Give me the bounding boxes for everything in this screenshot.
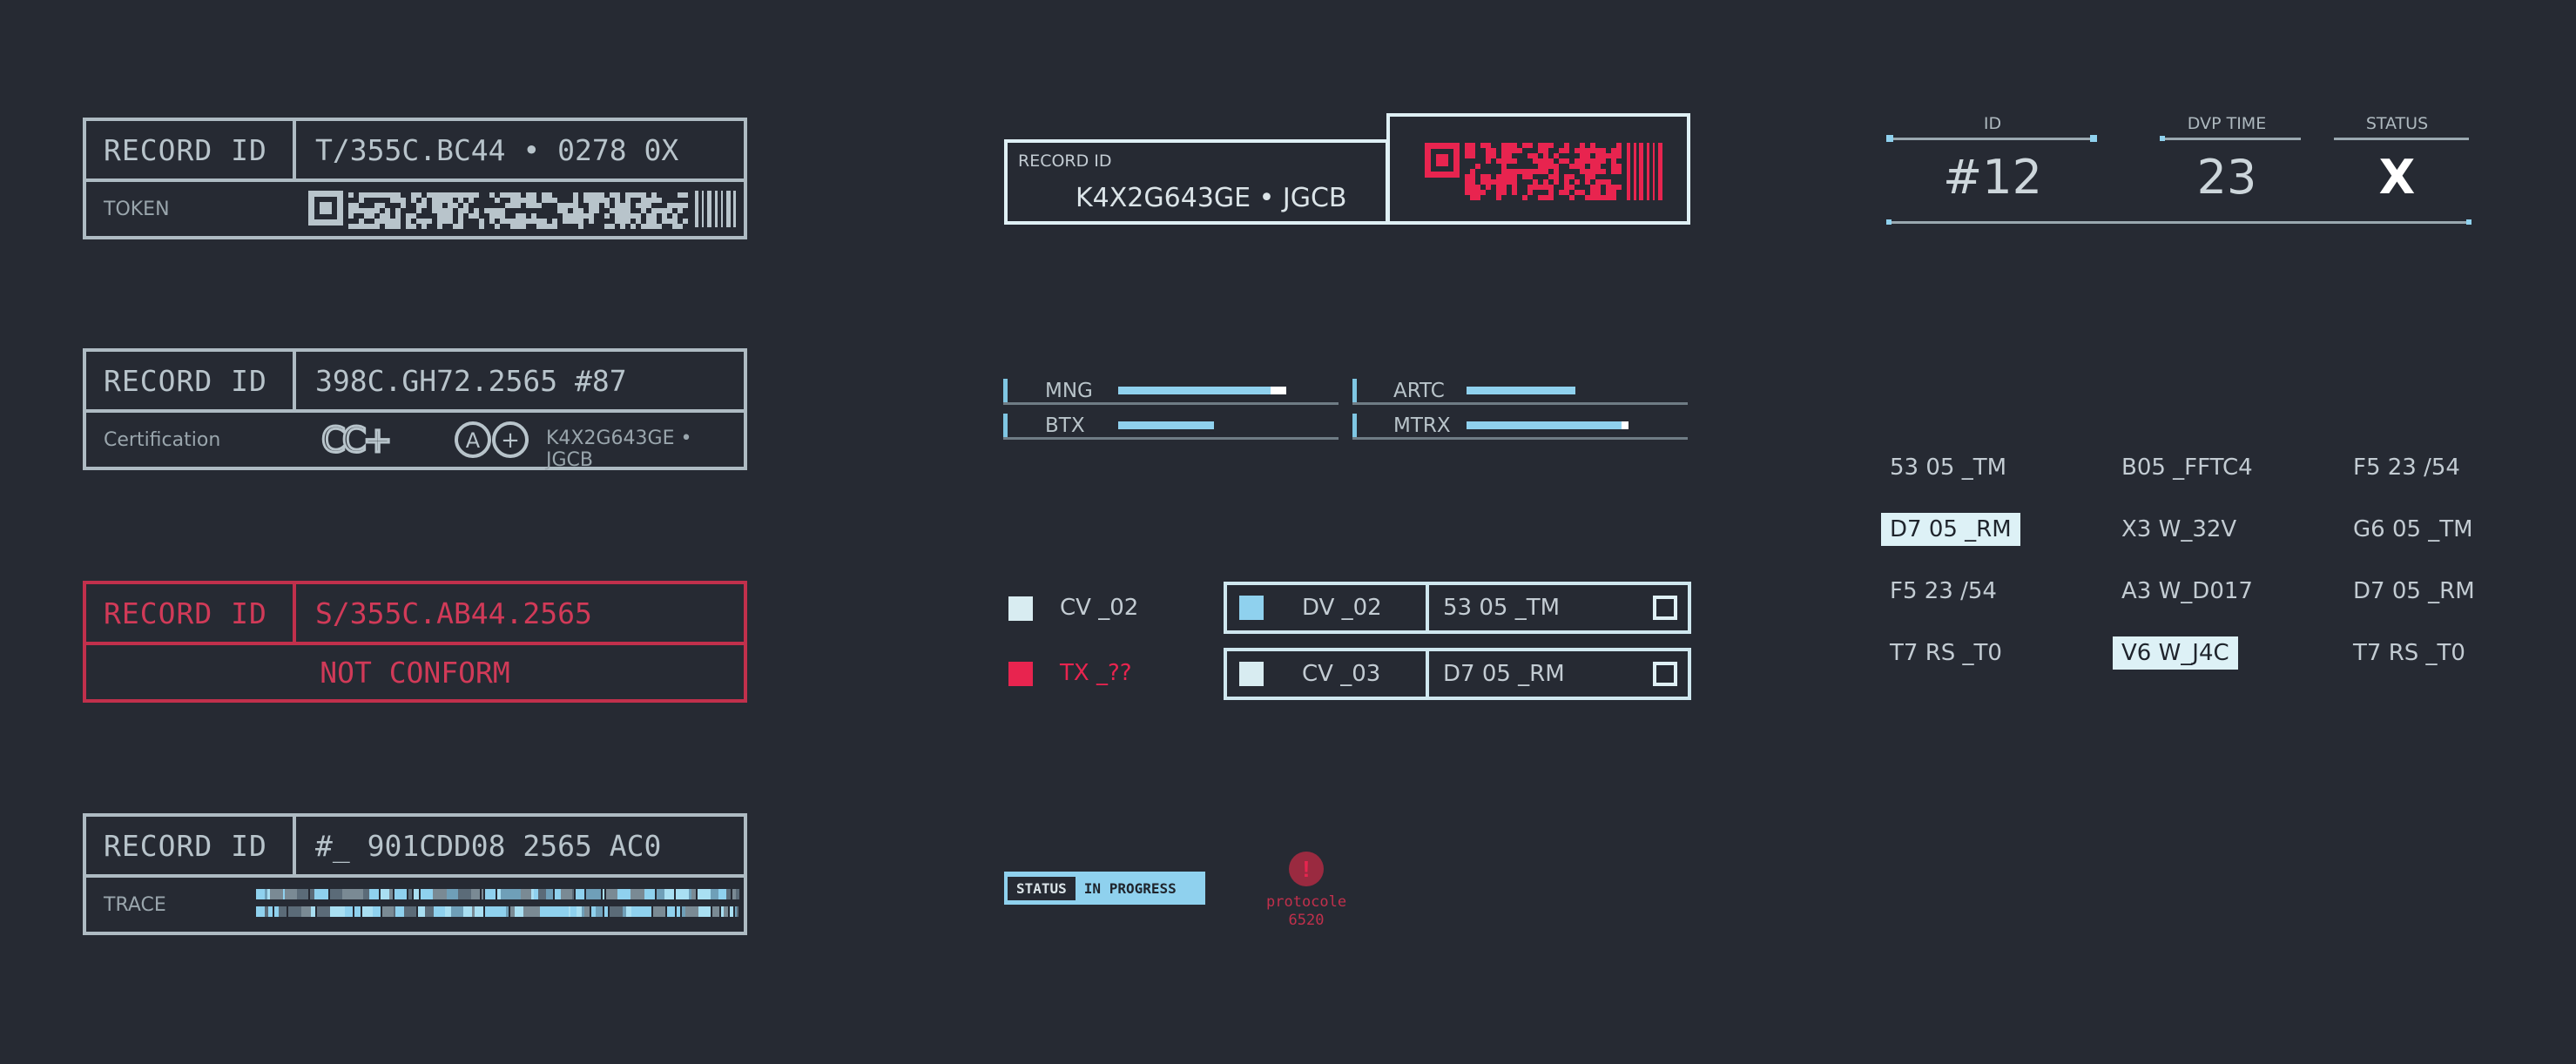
certification-code: K4X2G643GE • JGCB	[546, 428, 692, 471]
meter-bar-btx	[1118, 421, 1214, 429]
trace-bar-icon	[256, 889, 739, 917]
record-id-value[interactable]: #_ 901CDD08 2565 AC0	[296, 817, 744, 874]
row-swatch	[1239, 662, 1264, 686]
record-card-not-conform: RECORD ID S/355C.AB44.2565 NOT CONFORM	[83, 581, 747, 703]
not-conform-status: NOT CONFORM	[320, 655, 510, 690]
stat-divider	[2334, 138, 2469, 140]
alert-code: 6520	[1288, 912, 1325, 929]
meter-label-btx: BTX	[1045, 414, 1085, 437]
meter-bar-mtrx	[1467, 421, 1628, 429]
record-panel: RECORD ID K4X2G643GE • JGCB	[1004, 139, 1389, 225]
record-id-label: RECORD ID	[86, 352, 296, 409]
meter-bar-artc	[1467, 387, 1575, 394]
stat-label-dvp-time: DVP TIME	[2187, 114, 2267, 133]
grid-cell[interactable]: T7 RS _T0	[2344, 636, 2474, 670]
stat-marker-icon	[2090, 135, 2097, 142]
stat-divider	[2161, 138, 2301, 140]
grid-cell-selected[interactable]: V6 W_J4C	[2113, 636, 2238, 670]
grid-cell[interactable]: 53 05 _TM	[1881, 451, 2015, 484]
grid-cell[interactable]: B05 _FFTC4	[2113, 451, 2262, 484]
row-value: D7 05 _RM	[1443, 661, 1565, 687]
stat-value-status: X	[2378, 150, 2416, 205]
meter-bar-mng	[1118, 387, 1271, 394]
grid-cell[interactable]: G6 05 _TM	[2344, 513, 2482, 546]
meter-baseline	[1003, 437, 1339, 440]
record-id-value[interactable]: T/355C.BC44 • 0278 0X	[296, 121, 744, 178]
svg-text:A: A	[466, 428, 481, 453]
qr-panel	[1386, 113, 1690, 225]
stat-label-id: ID	[1983, 114, 2002, 133]
grid-cell[interactable]: A3 W_D017	[2113, 575, 2262, 608]
stat-divider	[1888, 138, 2097, 140]
grid-cell[interactable]: D7 05 _RM	[2344, 575, 2484, 608]
svg-text:+: +	[501, 428, 520, 454]
selection-row[interactable]: CV _03 D7 05 _RM	[1224, 648, 1691, 700]
meter-baseline	[1003, 402, 1339, 405]
row-swatch	[1239, 596, 1264, 620]
stat-value-dvp-time: 23	[2196, 150, 2257, 205]
meter-marker-icon	[1003, 414, 1008, 440]
row-checkbox[interactable]	[1653, 662, 1677, 686]
stat-marker-icon	[2160, 136, 2165, 141]
record-id-value[interactable]: 398C.GH72.2565 #87	[296, 352, 744, 409]
status-label: STATUS	[1008, 876, 1076, 900]
record-id-label: RECORD ID	[86, 584, 296, 642]
grid-cell-selected[interactable]: D7 05 _RM	[1881, 513, 2020, 546]
qr-code-icon	[1425, 143, 1662, 200]
stat-baseline	[1888, 221, 2471, 224]
meter-label-artc: ARTC	[1393, 380, 1445, 402]
meter-marker-icon	[1352, 379, 1357, 405]
meter-baseline	[1352, 402, 1688, 405]
record-id-label: RECORD ID	[86, 121, 296, 178]
meter-end-mng	[1271, 387, 1286, 394]
record-card-certification: RECORD ID 398C.GH72.2565 #87 Certificati…	[83, 348, 747, 471]
record-card-token: RECORD ID T/355C.BC44 • 0278 0X TOKEN	[83, 118, 747, 239]
meter-marker-icon	[1352, 414, 1357, 440]
legend-label: CV _02	[1060, 595, 1139, 621]
status-badge: STATUS IN PROGRESS	[1004, 872, 1205, 905]
meter-label-mtrx: MTRX	[1393, 414, 1451, 437]
row-code: CV _03	[1302, 661, 1381, 687]
certification-logo-icon: CC+ A +	[321, 420, 529, 460]
grid-cell[interactable]: X3 W_32V	[2113, 513, 2245, 546]
record-id-value[interactable]: S/355C.AB44.2565	[296, 584, 744, 642]
stat-value-id: #12	[1943, 150, 2042, 205]
legend-swatch	[1008, 596, 1033, 621]
row-value: 53 05 _TM	[1443, 595, 1561, 621]
alert-text: protocole	[1266, 893, 1347, 911]
svg-text:CC+: CC+	[321, 421, 389, 460]
grid-cell[interactable]: T7 RS _T0	[1881, 636, 2011, 670]
token-barcode-icon	[308, 191, 736, 229]
row-code: DV _02	[1302, 595, 1382, 621]
grid-cell[interactable]: F5 23 /54	[2344, 451, 2469, 484]
stat-marker-icon	[1886, 135, 1893, 142]
meter-end-mtrx	[1622, 421, 1629, 429]
certification-label: Certification	[104, 428, 221, 451]
legend-label: TX _??	[1060, 660, 1132, 686]
panel-label: RECORD ID	[1018, 152, 1112, 171]
stat-marker-icon	[1886, 219, 1892, 225]
token-label: TOKEN	[104, 198, 170, 220]
meter-label-mng: MNG	[1045, 380, 1093, 402]
alert-icon: !	[1289, 852, 1324, 886]
legend-swatch	[1008, 662, 1033, 686]
record-card-trace: RECORD ID #_ 901CDD08 2565 AC0 TRACE	[83, 813, 747, 935]
meter-marker-icon	[1003, 379, 1008, 405]
stat-label-status: STATUS	[2365, 114, 2429, 133]
meter-baseline	[1352, 437, 1688, 440]
grid-cell[interactable]: F5 23 /54	[1881, 575, 2006, 608]
status-value: IN PROGRESS	[1083, 879, 1177, 897]
trace-label: TRACE	[104, 893, 166, 916]
record-id-label: RECORD ID	[86, 817, 296, 874]
panel-value[interactable]: K4X2G643GE • JGCB	[1076, 183, 1347, 213]
row-checkbox[interactable]	[1653, 596, 1677, 620]
selection-row[interactable]: DV _02 53 05 _TM	[1224, 582, 1691, 634]
stat-marker-icon	[2466, 219, 2471, 225]
